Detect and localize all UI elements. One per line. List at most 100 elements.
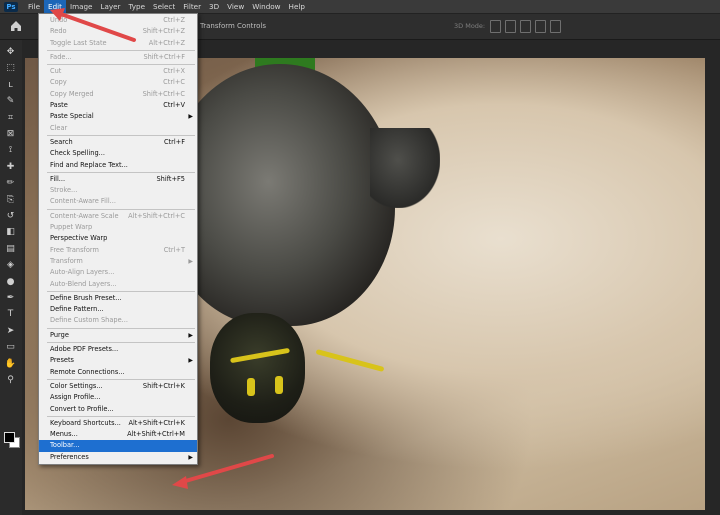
type-tool-icon[interactable]: T (4, 308, 17, 320)
menu-item-keyboard-shortcuts[interactable]: Keyboard Shortcuts... Alt+Shift+Ctrl+K (39, 418, 197, 429)
eyedropper-tool-icon[interactable]: ⟟ (4, 144, 17, 156)
menu-help[interactable]: Help (285, 0, 309, 13)
pen-tool-icon[interactable]: ✒ (4, 292, 17, 304)
menu-item-shortcut: Shift+Ctrl+Z (142, 27, 185, 36)
menu-view[interactable]: View (223, 0, 248, 13)
menu-edit[interactable]: Edit (44, 0, 66, 13)
menu-item-paste-special[interactable]: Paste Special ▶ (39, 111, 197, 122)
align-icon[interactable] (550, 20, 561, 33)
menu-item-color-settings[interactable]: Color Settings... Shift+Ctrl+K (39, 381, 197, 392)
menu-item-label: Define Brush Preset... (50, 293, 122, 302)
menu-item-preferences[interactable]: Preferences ▶ (39, 452, 197, 463)
align-icon[interactable] (520, 20, 531, 33)
menu-image[interactable]: Image (66, 0, 97, 13)
menu-item-label: Toggle Last State (50, 38, 107, 47)
menu-item-label: Toolbar... (50, 441, 80, 450)
menu-item-label: Free Transform (50, 245, 99, 254)
home-icon[interactable] (9, 19, 23, 33)
menu-item-convert-to-profile[interactable]: Convert to Profile... (39, 404, 197, 415)
menu-item-label: Fade... (50, 52, 72, 61)
zoom-tool-icon[interactable]: ⚲ (4, 374, 17, 386)
menu-item-perspective-warp[interactable]: Perspective Warp (39, 233, 197, 244)
stamp-tool-icon[interactable]: ⎘ (4, 194, 17, 206)
menu-item-find-and-replace-text[interactable]: Find and Replace Text... (39, 160, 197, 171)
menu-item-assign-profile[interactable]: Assign Profile... (39, 392, 197, 403)
hand-tool-icon[interactable]: ✋ (4, 358, 17, 370)
menu-item-shortcut: Shift+Ctrl+F (143, 52, 185, 61)
menu-item-label: Transform (50, 256, 83, 265)
turtle-shell (165, 64, 395, 326)
menu-select[interactable]: Select (149, 0, 179, 13)
menu-item-search[interactable]: Search Ctrl+F (39, 137, 197, 148)
menu-item-label: Paste (50, 101, 68, 110)
menu-item-label: Preferences (50, 452, 89, 461)
path-select-tool-icon[interactable]: ➤ (4, 325, 17, 337)
crop-tool-icon[interactable]: ⌗ (4, 112, 17, 124)
submenu-arrow-icon: ▶ (188, 257, 193, 265)
menu-item-toolbar[interactable]: Toolbar... (39, 440, 197, 452)
edit-menu-dropdown: Undo Ctrl+Z Redo Shift+Ctrl+Z Toggle Last St… (38, 13, 198, 465)
menu-item-label: Assign Profile... (50, 393, 101, 402)
menu-item-purge[interactable]: Purge ▶ (39, 330, 197, 341)
move-tool-icon[interactable]: ✥ (4, 46, 17, 58)
menu-item-shortcut: Ctrl+F (163, 137, 185, 146)
menu-layer[interactable]: Layer (96, 0, 124, 13)
menu-item-label: Check Spelling... (50, 149, 105, 158)
menu-item-label: Copy Merged (50, 89, 94, 98)
turtle-stripe (275, 376, 283, 394)
turtle-claw (370, 128, 440, 208)
menu-separator (47, 171, 195, 173)
shape-tool-icon[interactable]: ▭ (4, 341, 17, 353)
submenu-arrow-icon: ▶ (188, 331, 193, 339)
menu-3d[interactable]: 3D (205, 0, 223, 13)
menu-item-label: Fill... (50, 174, 66, 183)
menu-filter[interactable]: Filter (179, 0, 205, 13)
menu-item-check-spelling[interactable]: Check Spelling... (39, 148, 197, 159)
menu-window[interactable]: Window (248, 0, 284, 13)
menu-item-shortcut: Ctrl+V (163, 101, 185, 110)
menu-item-fill[interactable]: Fill... Shift+F5 (39, 174, 197, 185)
menu-file[interactable]: File (24, 0, 44, 13)
menu-item-toggle-last-state: Toggle Last State Alt+Ctrl+Z (39, 38, 197, 49)
menu-item-shortcut: Ctrl+C (163, 78, 185, 87)
lasso-tool-icon[interactable]: ʟ (4, 79, 17, 91)
align-icon[interactable] (535, 20, 546, 33)
menu-item-define-pattern[interactable]: Define Pattern... (39, 304, 197, 315)
dodge-tool-icon[interactable]: ● (4, 276, 17, 288)
align-icon[interactable] (490, 20, 501, 33)
menu-item-label: Find and Replace Text... (50, 160, 128, 169)
brush-tool-icon[interactable]: ✏ (4, 177, 17, 189)
menu-item-redo: Redo Shift+Ctrl+Z (39, 26, 197, 37)
history-brush-tool-icon[interactable]: ↺ (4, 210, 17, 222)
menu-item-label: Auto-Align Layers... (50, 268, 115, 277)
align-icon[interactable] (505, 20, 516, 33)
menu-item-paste[interactable]: Paste Ctrl+V (39, 100, 197, 111)
submenu-arrow-icon: ▶ (188, 113, 193, 121)
menu-item-puppet-warp: Puppet Warp (39, 222, 197, 233)
eraser-tool-icon[interactable]: ◧ (4, 226, 17, 238)
marquee-tool-icon[interactable]: ⬚ (4, 62, 17, 74)
menu-item-cut: Cut Ctrl+X (39, 66, 197, 77)
menu-item-remote-connections[interactable]: Remote Connections... (39, 367, 197, 378)
menu-separator (47, 64, 195, 66)
menu-item-free-transform: Free Transform Ctrl+T (39, 245, 197, 256)
quick-select-tool-icon[interactable]: ✎ (4, 95, 17, 107)
gradient-tool-icon[interactable]: ▤ (4, 243, 17, 255)
healing-tool-icon[interactable]: ✚ (4, 161, 17, 173)
menu-item-menus[interactable]: Menus... Alt+Shift+Ctrl+M (39, 429, 197, 440)
menu-item-presets[interactable]: Presets ▶ (39, 355, 197, 366)
menu-item-auto-align-layers: Auto-Align Layers... (39, 267, 197, 278)
transform-controls-label[interactable]: Transform Controls (200, 22, 266, 30)
menu-item-shortcut: Alt+Shift+Ctrl+K (128, 418, 185, 427)
menu-item-adobe-pdf-presets[interactable]: Adobe PDF Presets... (39, 344, 197, 355)
menu-item-define-brush-preset[interactable]: Define Brush Preset... (39, 293, 197, 304)
menu-item-label: Purge (50, 330, 69, 339)
menu-item-shortcut: Alt+Ctrl+Z (148, 38, 185, 47)
foreground-color-swatch[interactable] (4, 432, 15, 443)
blur-tool-icon[interactable]: ◈ (4, 259, 17, 271)
menu-separator (47, 49, 195, 51)
menu-item-label: Content-Aware Scale (50, 211, 119, 220)
submenu-arrow-icon: ▶ (188, 453, 193, 461)
frame-tool-icon[interactable]: ⊠ (4, 128, 17, 140)
menu-type[interactable]: Type (125, 0, 150, 13)
